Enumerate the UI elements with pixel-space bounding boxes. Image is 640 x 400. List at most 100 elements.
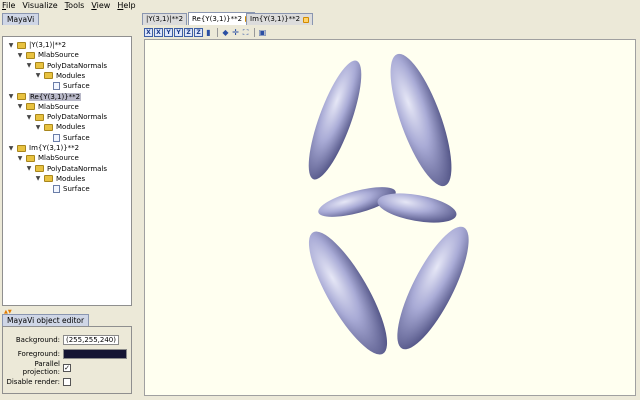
- tree-node[interactable]: ▼ Re{Y(3,1)}**2: [7, 92, 82, 102]
- folder-icon: [44, 72, 53, 80]
- folder-icon: [35, 62, 44, 70]
- folder-icon: [26, 51, 35, 59]
- parallel-projection-row: Parallel projection: ✓: [3, 359, 131, 376]
- menu-file-label: ile: [6, 0, 16, 10]
- expand-toggle-icon[interactable]: ▼: [7, 93, 15, 100]
- tree-node[interactable]: ▼ MlabSource: [16, 153, 79, 163]
- tree-node-label: MlabSource: [38, 102, 79, 111]
- left-panel: MayaVi ▼ |Y(3,1)|**2 ▼ MlabSource ▼ PolyDataN…: [0, 12, 135, 396]
- tab-abs-y31-label: |Y(3,1)|**2: [146, 15, 184, 23]
- tab-im-y31-label: Im{Y(3,1)}**2: [250, 15, 301, 23]
- document-icon: [53, 133, 60, 142]
- document-icon: [53, 82, 60, 91]
- parallel-projection-icon[interactable]: ◆: [221, 28, 230, 37]
- object-editor: Background: (255,255,240) Foreground: Pa…: [2, 326, 132, 394]
- folder-icon: [17, 144, 26, 152]
- parallel-projection-checkbox[interactable]: ✓: [63, 363, 71, 372]
- tree-node-label: Modules: [56, 123, 86, 132]
- view-x-positive-button[interactable]: X: [144, 27, 153, 37]
- isometric-view-icon[interactable]: ▮: [204, 28, 213, 37]
- view-z-negative-button[interactable]: Z: [194, 27, 203, 37]
- view-x-negative-button[interactable]: X: [154, 27, 163, 37]
- tree-node[interactable]: ▼ MlabSource: [16, 102, 79, 112]
- background-row: Background: (255,255,240): [3, 334, 131, 345]
- tree-node[interactable]: ▼ Im{Y(3,1)}**2: [7, 143, 79, 153]
- expand-toggle-icon[interactable]: ▼: [25, 165, 33, 172]
- harmonic-surface: [308, 53, 469, 355]
- tree-node[interactable]: ▼ PolyDataNormals: [25, 164, 107, 174]
- folder-icon: [17, 93, 26, 100]
- tree-node-label: Modules: [56, 174, 86, 183]
- folder-icon: [17, 41, 26, 49]
- tree-node-label: Re{Y(3,1)}**2: [29, 92, 82, 101]
- tree-node[interactable]: ▼Surface: [43, 81, 90, 91]
- render-window[interactable]: [144, 39, 636, 396]
- disable-render-row: Disable render:: [3, 376, 131, 387]
- background-label: Background:: [15, 335, 60, 344]
- tree-node-label: Surface: [63, 82, 90, 91]
- tree-node[interactable]: ▼ |Y(3,1)|**2: [7, 40, 66, 50]
- tree-node-label: Im{Y(3,1)}**2: [29, 144, 80, 152]
- background-value[interactable]: (255,255,240): [63, 334, 119, 345]
- expand-toggle-icon[interactable]: ▼: [16, 103, 24, 110]
- tree-node[interactable]: ▼ MlabSource: [16, 50, 79, 60]
- folder-icon: [35, 165, 44, 173]
- toolbar-separator: [217, 27, 218, 37]
- save-icon[interactable]: ▣: [258, 28, 267, 37]
- axes-icon[interactable]: ✛: [231, 28, 240, 37]
- panel-splitter[interactable]: ▲▼: [0, 308, 135, 315]
- tree-node-label: PolyDataNormals: [47, 164, 108, 173]
- parallel-projection-label: Parallel projection:: [22, 359, 60, 376]
- menu-visualize-label: Visualize: [22, 0, 58, 10]
- full-screen-icon[interactable]: ⛶: [241, 28, 250, 37]
- document-icon: [53, 185, 60, 194]
- menu-tools[interactable]: Tools: [65, 1, 85, 11]
- tree-node[interactable]: ▼ PolyDataNormals: [25, 61, 107, 71]
- view-z-positive-button[interactable]: Z: [184, 27, 193, 37]
- expand-toggle-icon[interactable]: ▼: [34, 175, 42, 182]
- close-tab-icon[interactable]: [303, 16, 310, 23]
- expand-toggle-icon[interactable]: ▼: [7, 42, 15, 49]
- surface-lobe: [390, 53, 452, 187]
- menu-help-label: elp: [123, 0, 136, 10]
- expand-toggle-icon[interactable]: ▼: [25, 62, 33, 69]
- tree-node[interactable]: ▼ PolyDataNormals: [25, 112, 107, 122]
- menu-view[interactable]: View: [91, 1, 110, 11]
- tree-node-label: Surface: [63, 185, 90, 194]
- tree-node[interactable]: ▼ Modules: [34, 71, 85, 81]
- disable-render-label: Disable render:: [6, 377, 60, 386]
- menu-bar: File Visualize Tools View Help: [0, 0, 640, 11]
- menu-file[interactable]: File: [2, 1, 15, 11]
- tree-node-label: PolyDataNormals: [47, 113, 108, 122]
- menu-tools-label: ools: [68, 0, 85, 10]
- expand-toggle-icon[interactable]: ▼: [25, 114, 33, 121]
- menu-visualize[interactable]: Visualize: [22, 1, 57, 11]
- expand-toggle-icon[interactable]: ▼: [7, 145, 15, 152]
- tree-node[interactable]: ▼Surface: [43, 133, 90, 143]
- menu-help[interactable]: Help: [117, 1, 135, 11]
- expand-toggle-icon[interactable]: ▼: [34, 72, 42, 79]
- folder-icon: [26, 103, 35, 111]
- tree-node[interactable]: ▼ Modules: [34, 174, 85, 184]
- view-y-negative-button[interactable]: Y: [174, 27, 183, 37]
- foreground-color-swatch[interactable]: [63, 348, 127, 359]
- tab-abs-y31[interactable]: |Y(3,1)|**2: [142, 13, 188, 25]
- surface-lobe: [308, 60, 362, 180]
- tree-node-label: MlabSource: [38, 51, 79, 60]
- surface-lobe: [308, 231, 388, 355]
- disable-render-checkbox[interactable]: [63, 377, 71, 386]
- view-y-positive-button[interactable]: Y: [164, 27, 173, 37]
- foreground-label: Foreground:: [17, 349, 60, 358]
- surface-lobes: [308, 53, 469, 355]
- expand-toggle-icon[interactable]: ▼: [16, 155, 24, 162]
- tree-node[interactable]: ▼Surface: [43, 184, 90, 194]
- object-editor-tab[interactable]: MayaVi object editor: [2, 314, 90, 326]
- tab-re-y31-label: Re{Y(3,1)}**2: [192, 14, 243, 23]
- tab-im-y31[interactable]: Im{Y(3,1)}**2: [246, 13, 314, 25]
- scene-area: |Y(3,1)|**2 Re{Y(3,1)}**2 Im{Y(3,1)}**2 …: [138, 12, 638, 400]
- expand-toggle-icon[interactable]: ▼: [16, 52, 24, 59]
- tree-node[interactable]: ▼ Modules: [34, 122, 85, 132]
- expand-toggle-icon[interactable]: ▼: [34, 124, 42, 131]
- mayavi-panel-tab[interactable]: MayaVi: [2, 13, 40, 25]
- folder-icon: [44, 123, 53, 131]
